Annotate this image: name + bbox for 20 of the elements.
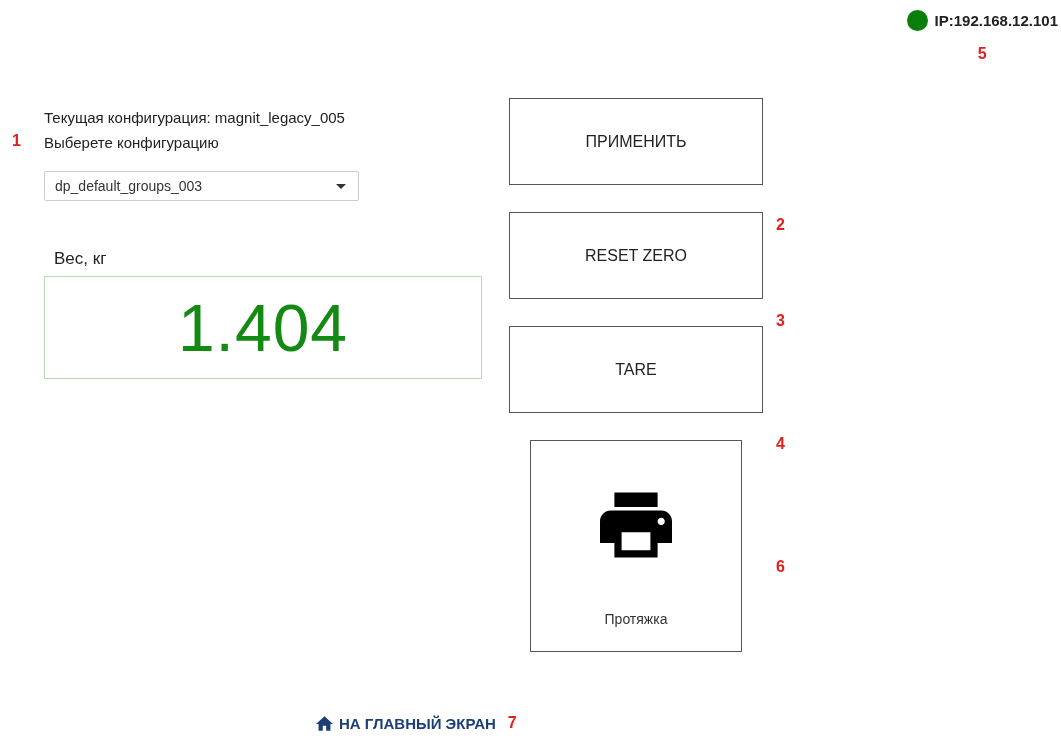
ip-address: IP:192.168.12.101 [934,12,1058,29]
action-button[interactable]: RESET ZERO [509,212,763,299]
caret-icon [336,183,346,189]
annotation-number: 4 [776,435,785,453]
annotation-number: 2 [776,216,785,234]
annotation-number: 5 [977,45,987,63]
config-select[interactable]: dp_default_groups_003 [44,171,359,201]
weight-value: 1.404 [177,289,349,366]
annotation-number: 3 [776,312,785,330]
annotation-number: 7 [507,714,517,732]
annotation-number: 6 [776,558,785,576]
home-icon [316,715,333,731]
annotation-number: 1 [12,132,21,150]
print-button[interactable]: Протяжка [530,440,742,652]
current-config-text: Текущая конфигурация: magnit_legacy_005 [44,108,346,128]
action-button[interactable]: TARE [509,326,763,413]
select-config-label: Выберете конфигурацию [44,133,220,153]
action-button[interactable]: ПРИМЕНИТЬ [509,98,763,185]
weight-label: Вес, кг [53,249,108,269]
home-link[interactable]: НА ГЛАВНЫЙ ЭКРАН [316,714,496,732]
